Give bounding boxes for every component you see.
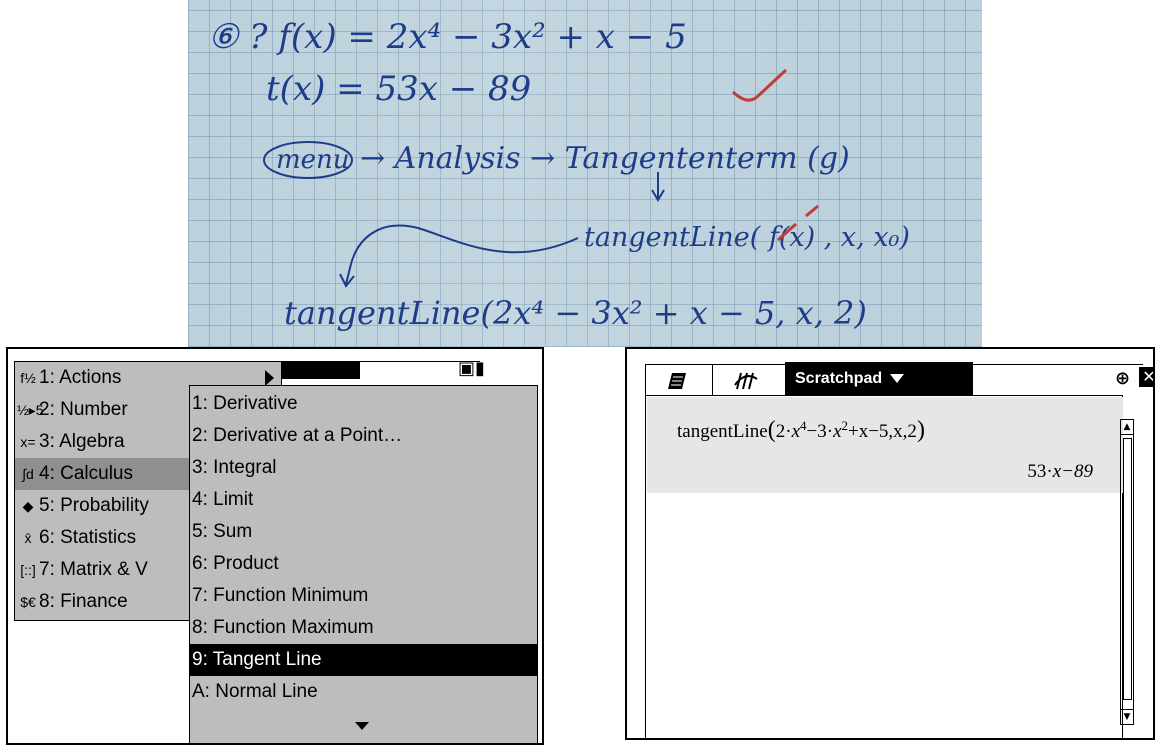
menu-item-actions[interactable]: f½ 1: Actions bbox=[15, 362, 121, 394]
battery-icon: ▣▮ bbox=[458, 358, 485, 379]
menu-item-number[interactable]: ½▸52: Number bbox=[15, 394, 128, 426]
background-tab-bar: ▣▮ bbox=[280, 357, 530, 381]
note-line-2: t(x) = 53x − 89 bbox=[266, 69, 531, 109]
probability-icon: ◆ bbox=[22, 498, 34, 514]
menu-item-label: 8: Finance bbox=[39, 591, 128, 612]
note-line-1: ⑥ ? f(x) = 2x⁴ − 3x² + x − 5 bbox=[208, 17, 687, 57]
output-coefficient: 53 bbox=[1027, 461, 1047, 482]
coefficient-1: 2 bbox=[775, 421, 786, 442]
more-items-arrow-icon[interactable] bbox=[355, 722, 369, 730]
note-line-3: → Analysis → Tangententerm (g) bbox=[360, 141, 850, 176]
scratchpad-tab-label: Scratchpad bbox=[795, 370, 883, 387]
calculator-icon bbox=[668, 373, 686, 389]
scroll-up-icon[interactable]: ▲ bbox=[1121, 420, 1133, 435]
note-line-4: tangentLine( f(x) , x, x₀) bbox=[584, 222, 910, 253]
note-line-3-menu: menu bbox=[276, 145, 350, 175]
note-line-5: tangentLine(2x⁴ − 3x² + x − 5, x, 2) bbox=[284, 294, 867, 332]
input-expression: tangentLine(2·x4−3·x2+x−5,x,2) bbox=[677, 417, 925, 443]
tail-terms: +x−5,x,2 bbox=[848, 421, 917, 442]
submenu-item-limit[interactable]: 4: Limit bbox=[190, 484, 537, 516]
menu-item-label: 7: Matrix & V bbox=[39, 559, 148, 580]
submenu-item-product[interactable]: 6: Product bbox=[190, 548, 537, 580]
matrix-icon: [::] bbox=[20, 562, 36, 578]
menu-item-label: 1: Actions bbox=[39, 367, 122, 388]
scroll-thumb[interactable] bbox=[1123, 438, 1132, 700]
graph-icon bbox=[734, 372, 758, 390]
menu-item-label: 3: Algebra bbox=[39, 431, 125, 452]
dropdown-arrow-icon bbox=[890, 374, 905, 384]
submenu-item-tangent-line[interactable]: 9: Tangent Line bbox=[190, 644, 537, 676]
scroll-down-icon[interactable]: ▼ bbox=[1121, 709, 1133, 724]
battery-icon: ⊕ bbox=[1115, 368, 1131, 389]
finance-icon: $€ bbox=[20, 594, 36, 610]
scratchpad-screen: Scratchpad ⊕ ✕ tangentLine(2·x4−3·x2+x−5… bbox=[625, 347, 1155, 740]
open-paren: ( bbox=[767, 417, 776, 443]
algebra-icon: x= bbox=[20, 434, 36, 450]
handwritten-note-photo: ⑥ ? f(x) = 2x⁴ − 3x² + x − 5 t(x) = 53x … bbox=[188, 0, 982, 347]
scratchpad-tab-bar: Scratchpad ⊕ ✕ bbox=[645, 362, 1153, 396]
submenu-item-normal-line[interactable]: A: Normal Line bbox=[190, 676, 537, 708]
menu-item-statistics[interactable]: x̄ 6: Statistics bbox=[15, 522, 137, 554]
submenu-item-sum[interactable]: 5: Sum bbox=[190, 516, 537, 548]
check-mark bbox=[731, 68, 788, 102]
menu-item-label: 5: Probability bbox=[39, 495, 149, 516]
menu-item-label: 6: Statistics bbox=[39, 527, 137, 548]
background-active-tab bbox=[280, 361, 360, 379]
handwriting-canvas: ⑥ ? f(x) = 2x⁴ − 3x² + x − 5 t(x) = 53x … bbox=[208, 17, 910, 332]
menu-item-matrix[interactable]: [::] 7: Matrix & V bbox=[15, 554, 148, 586]
calculator-menu-screen: ▣▮ f½ 1: Actions ½▸52: Number x= 3: Algebr… bbox=[6, 347, 544, 745]
menu-item-algebra[interactable]: x= 3: Algebra bbox=[15, 426, 125, 458]
close-paren: ) bbox=[916, 417, 925, 443]
menu-item-calculus[interactable]: ∫d 4: Calculus bbox=[15, 458, 191, 490]
submenu-item-derivative-at-point[interactable]: 2: Derivative at a Point… bbox=[190, 420, 537, 452]
submenu-item-function-minimum[interactable]: 7: Function Minimum bbox=[190, 580, 537, 612]
calculus-icon: ∫d bbox=[22, 466, 34, 482]
menu-item-probability[interactable]: ◆ 5: Probability bbox=[15, 490, 149, 522]
menu-item-label: 4: Calculus bbox=[39, 463, 133, 484]
output-result: 53·x−89 bbox=[1027, 461, 1093, 482]
tab-scratchpad[interactable]: Scratchpad bbox=[785, 362, 973, 396]
close-icon[interactable]: ✕ bbox=[1139, 367, 1153, 387]
tab-graph[interactable] bbox=[713, 364, 785, 396]
submenu-arrow-icon bbox=[265, 370, 274, 386]
tab-border-line bbox=[973, 364, 1143, 365]
actions-icon: f½ bbox=[20, 370, 36, 386]
scratchpad-work-area[interactable]: tangentLine(2·x4−3·x2+x−5,x,2) 53·x−89 bbox=[645, 395, 1123, 738]
submenu-item-integral[interactable]: 3: Integral bbox=[190, 452, 537, 484]
submenu-item-function-maximum[interactable]: 8: Function Maximum bbox=[190, 612, 537, 644]
tab-calculator[interactable] bbox=[645, 364, 713, 396]
submenu-item-derivative[interactable]: 1: Derivative bbox=[190, 388, 537, 420]
statistics-icon: x̄ bbox=[24, 530, 32, 546]
history-entry[interactable]: tangentLine(2·x4−3·x2+x−5,x,2) 53·x−89 bbox=[647, 397, 1123, 493]
menu-item-finance[interactable]: $€ 8: Finance bbox=[15, 586, 128, 618]
menu-item-label: 2: Number bbox=[39, 399, 128, 420]
down-arrow bbox=[651, 172, 665, 202]
number-icon: ½▸5 bbox=[17, 402, 44, 418]
function-name: tangentLine bbox=[677, 421, 768, 442]
curved-arrow bbox=[339, 224, 579, 288]
middle-term: −3 bbox=[806, 421, 827, 442]
vertical-scrollbar[interactable]: ▲ ▼ bbox=[1120, 419, 1134, 725]
output-rest: x−89 bbox=[1052, 461, 1093, 482]
calculus-submenu: 1: Derivative 2: Derivative at a Point… … bbox=[189, 385, 538, 743]
